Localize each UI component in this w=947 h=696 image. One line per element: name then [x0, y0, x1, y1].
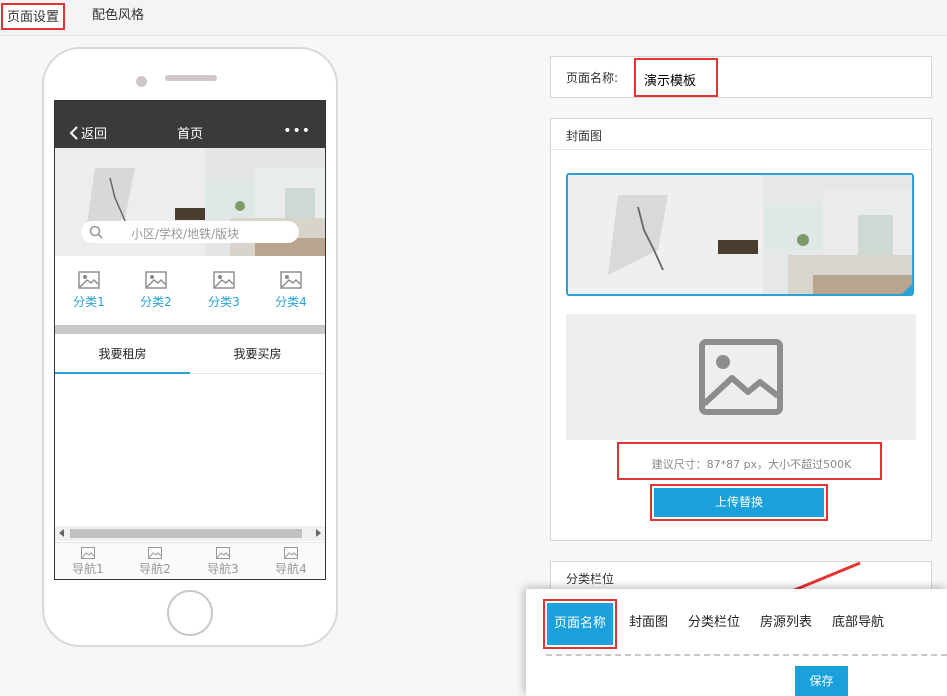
cover-panel-header: 封面图	[551, 119, 931, 150]
bottom-nav-label: 导航2	[139, 562, 171, 576]
phone-screen: 返回 首页 ••• 小区/学校/地铁/版块 分类1 分类2 分类3 分类4 我要…	[54, 100, 326, 580]
phone-search-bar[interactable]: 小区/学校/地铁/版块	[81, 221, 299, 243]
bottom-nav-item-1[interactable]: 导航1	[63, 547, 113, 577]
phone-home-button	[167, 590, 213, 636]
image-icon	[280, 271, 302, 289]
image-icon	[284, 547, 298, 559]
popup-tab-bottom-nav[interactable]: 底部导航	[832, 611, 884, 635]
top-tab-bar: 页面设置 配色风格	[0, 0, 947, 36]
popup-tab-cover[interactable]: 封面图	[629, 611, 668, 635]
bottom-nav-label: 导航3	[207, 562, 239, 576]
size-hint-box: 建议尺寸：87*87 px，大小不超过500K	[617, 442, 882, 480]
category-panel-title: 分类栏位	[566, 572, 615, 586]
popup-tab-listings[interactable]: 房源列表	[760, 611, 812, 635]
category-item-4[interactable]: 分类4	[266, 271, 316, 310]
image-placeholder-icon	[699, 339, 783, 415]
section-divider	[55, 325, 325, 334]
image-icon	[78, 271, 100, 289]
search-placeholder: 小区/学校/地铁/版块	[131, 227, 240, 241]
cover-image-preview[interactable]	[566, 173, 914, 296]
scroll-right-icon[interactable]	[316, 529, 321, 537]
popup-tab-page-name-label: 页面名称	[547, 603, 613, 645]
more-icon[interactable]: •••	[283, 123, 311, 139]
page-name-label: 页面名称:	[566, 71, 619, 85]
page-name-field[interactable]: 演示模板	[634, 58, 718, 97]
save-button[interactable]: 保存	[795, 666, 848, 696]
phone-category-row: 分类1 分类2 分类3 分类4	[55, 261, 325, 323]
category-item-3[interactable]: 分类3	[199, 271, 249, 310]
category-label: 分类4	[275, 295, 307, 309]
scrollbar-thumb[interactable]	[70, 529, 302, 538]
image-icon	[216, 547, 230, 559]
bottom-nav-item-4[interactable]: 导航4	[266, 547, 316, 577]
category-label: 分类2	[140, 295, 172, 309]
phone-speaker	[165, 75, 217, 81]
horizontal-scrollbar[interactable]	[55, 526, 325, 541]
resize-handle-icon[interactable]	[902, 284, 912, 294]
tab-color-style[interactable]: 配色风格	[88, 3, 148, 30]
image-icon	[213, 271, 235, 289]
category-label: 分类3	[208, 295, 240, 309]
search-icon	[89, 225, 103, 239]
image-icon	[145, 271, 167, 289]
cover-panel: 封面图 建议尺寸：87*87 px，大小不超过500K 上传替换	[550, 118, 932, 541]
cover-panel-title: 封面图	[566, 129, 603, 143]
bottom-nav-item-3[interactable]: 导航3	[198, 547, 248, 577]
size-hint: 建议尺寸：87*87 px，大小不超过500K	[651, 458, 852, 471]
upload-replace-button[interactable]: 上传替换	[654, 488, 824, 517]
bottom-nav-label: 导航4	[275, 562, 307, 576]
phone-bottom-nav: 导航1 导航2 导航3 导航4	[55, 542, 325, 579]
bottom-nav-item-2[interactable]: 导航2	[130, 547, 180, 577]
section-tab-popup: 页面名称 封面图 分类栏位 房源列表 底部导航 保存	[526, 589, 947, 696]
tab-rent[interactable]: 我要租房	[55, 334, 190, 374]
popup-divider	[546, 654, 947, 656]
phone-camera	[136, 76, 147, 87]
category-label: 分类1	[73, 295, 105, 309]
image-icon	[81, 547, 95, 559]
category-item-2[interactable]: 分类2	[131, 271, 181, 310]
category-item-1[interactable]: 分类1	[64, 271, 114, 310]
page-name-value: 演示模板	[644, 74, 697, 89]
tab-page-settings[interactable]: 页面设置	[1, 3, 66, 30]
bottom-nav-label: 导航1	[72, 562, 104, 576]
image-icon	[148, 547, 162, 559]
popup-tab-category[interactable]: 分类栏位	[688, 611, 740, 635]
tab-buy[interactable]: 我要买房	[190, 334, 325, 374]
page-name-panel: 页面名称: 演示模板	[550, 56, 932, 98]
upload-button-wrapper: 上传替换	[650, 484, 828, 521]
phone-header: 返回 首页 •••	[55, 101, 325, 148]
popup-tab-page-name[interactable]: 页面名称	[543, 599, 617, 649]
scroll-left-icon[interactable]	[59, 529, 64, 537]
image-placeholder[interactable]	[566, 314, 916, 440]
